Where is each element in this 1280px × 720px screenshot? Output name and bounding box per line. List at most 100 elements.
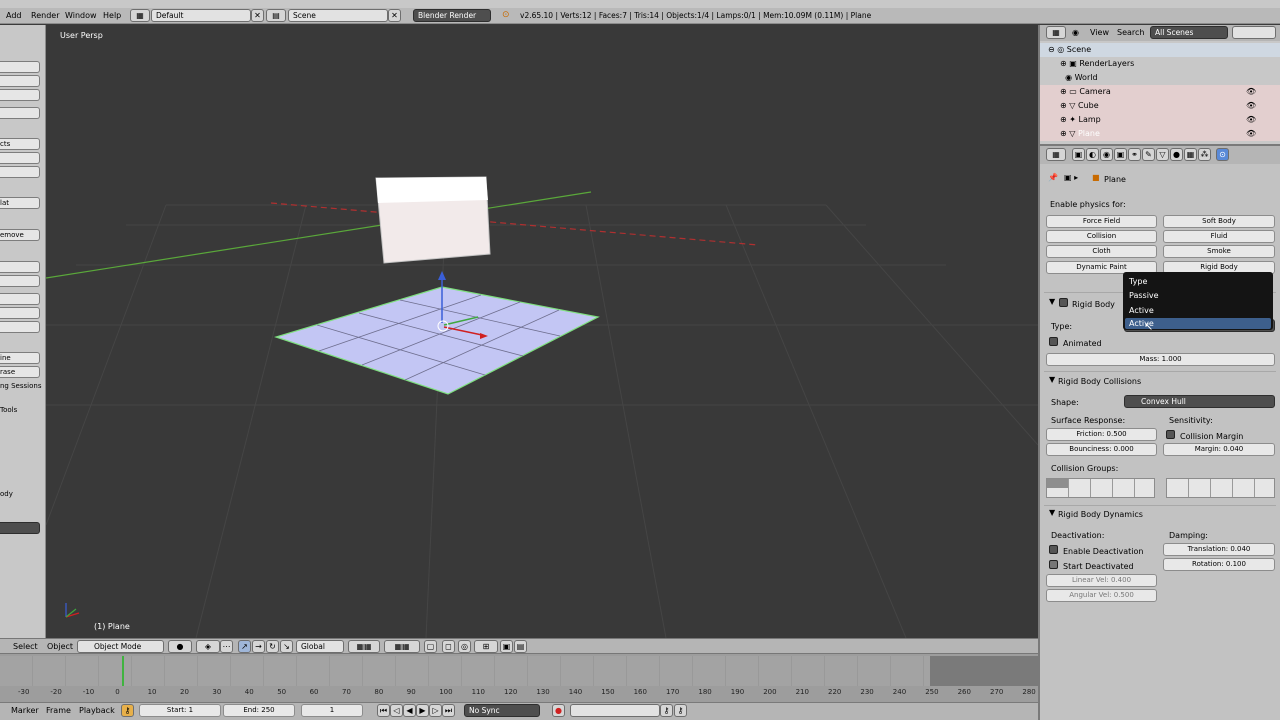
menu-frame[interactable]: Frame <box>46 706 71 715</box>
menu-select[interactable]: Select <box>13 642 38 651</box>
outliner-item-plane[interactable]: ⊕ ▽ Plane 👁 <box>1040 127 1280 141</box>
insert-key-icon[interactable]: ⚷ <box>660 704 673 717</box>
delete-key-icon[interactable]: ⚷ <box>674 704 687 717</box>
render-tab-icon[interactable]: ▣ <box>1072 148 1085 161</box>
render-engine-select[interactable]: Blender Render <box>413 9 491 22</box>
editor-type-icon[interactable]: ▦ <box>1046 26 1066 39</box>
tool-button[interactable] <box>0 261 40 273</box>
world-tab-icon[interactable]: ◉ <box>1100 148 1113 161</box>
collision-group-active[interactable] <box>1047 479 1068 488</box>
outliner-item-camera[interactable]: ⊕ ▭ Camera 👁 <box>1040 85 1280 99</box>
tool-button[interactable] <box>0 61 40 73</box>
data-tab-icon[interactable]: ▽ <box>1156 148 1169 161</box>
tool-button[interactable] <box>0 307 40 319</box>
tool-button[interactable] <box>0 89 40 101</box>
margin-field[interactable]: Margin: 0.040 <box>1163 443 1275 456</box>
collision-groups-grid[interactable] <box>1166 478 1275 498</box>
collapse-arrow-icon[interactable]: ▼ <box>1049 297 1055 306</box>
collision-button[interactable]: Collision <box>1046 230 1157 243</box>
keying-set-field[interactable] <box>570 704 660 717</box>
tool-button[interactable] <box>0 293 40 305</box>
tool-button[interactable]: lat <box>0 197 40 209</box>
viewport-3d[interactable]: User Persp (1) Plane <box>46 25 1038 638</box>
current-frame-field[interactable]: 1 <box>301 704 363 717</box>
menu-object[interactable]: Object <box>47 642 73 651</box>
linear-vel-field[interactable]: Linear Vel: 0.400 <box>1046 574 1157 587</box>
force-field-button[interactable]: Force Field <box>1046 215 1157 228</box>
smoke-button[interactable]: Smoke <box>1163 245 1275 258</box>
physics-tab-icon[interactable]: ⊙ <box>1216 148 1229 161</box>
soft-body-button[interactable]: Soft Body <box>1163 215 1275 228</box>
record-icon[interactable]: ● <box>552 704 565 717</box>
menu-help[interactable]: Help <box>103 9 121 23</box>
tool-button[interactable]: rase <box>0 366 40 378</box>
animated-checkbox[interactable] <box>1049 337 1058 346</box>
tool-button[interactable]: ine <box>0 352 40 364</box>
fluid-button[interactable]: Fluid <box>1163 230 1275 243</box>
dropdown-option-active[interactable]: Active <box>1129 306 1154 315</box>
visibility-icon[interactable]: 👁 <box>1246 99 1256 113</box>
tool-button[interactable] <box>0 75 40 87</box>
shading-icon[interactable]: ● <box>168 640 192 653</box>
display-mode-select[interactable]: All Scenes <box>1150 26 1228 39</box>
layers-icon[interactable]: ▦▦ <box>348 640 380 653</box>
snap-target-icon[interactable]: ◎ <box>458 640 471 653</box>
object-tab-icon[interactable]: ▣ <box>1114 148 1127 161</box>
menu-search[interactable]: Search <box>1117 28 1144 37</box>
render-anim-icon[interactable]: ▤ <box>514 640 527 653</box>
prev-key-icon[interactable]: ◁ <box>390 704 403 717</box>
tool-button[interactable]: emove <box>0 229 40 241</box>
bounciness-field[interactable]: Bounciness: 0.000 <box>1046 443 1157 456</box>
outliner-item-renderlayers[interactable]: ⊕ ▣ RenderLayers <box>1040 57 1280 71</box>
menu-add[interactable]: Add <box>6 9 22 23</box>
rigid-body-enable-checkbox[interactable] <box>1059 298 1068 307</box>
timeline-strip[interactable] <box>0 656 1038 686</box>
tool-button[interactable] <box>0 321 40 333</box>
play-icon[interactable]: ▶ <box>416 704 429 717</box>
lock-icon[interactable]: ▢ <box>424 640 437 653</box>
layout-field[interactable]: Default <box>151 9 251 22</box>
layout-close-icon[interactable]: ✕ <box>251 9 264 22</box>
texture-tab-icon[interactable]: ▦ <box>1184 148 1197 161</box>
menu-view[interactable]: View <box>1090 28 1109 37</box>
rotate-icon[interactable]: ↻ <box>266 640 279 653</box>
scene-tab-icon[interactable]: ◐ <box>1086 148 1099 161</box>
screen-layout-icon[interactable]: ▦ <box>130 9 150 22</box>
start-frame-field[interactable]: Start: 1 <box>139 704 221 717</box>
outliner-item-cube[interactable]: ⊕ ▽ Cube 👁 <box>1040 99 1280 113</box>
friction-field[interactable]: Friction: 0.500 <box>1046 428 1157 441</box>
keying-set-icon[interactable]: ⚷ <box>121 704 134 717</box>
menu-marker[interactable]: Marker <box>11 706 39 715</box>
render-still-icon[interactable]: ▣ <box>500 640 513 653</box>
particles-tab-icon[interactable]: ⁂ <box>1198 148 1211 161</box>
dropdown[interactable] <box>0 522 40 534</box>
editor-type-icon[interactable]: ▦ <box>1046 148 1066 161</box>
sync-select[interactable]: No Sync <box>464 704 540 717</box>
menu-window[interactable]: Window <box>65 9 97 23</box>
outliner-toggle-icon[interactable]: ◉ <box>1072 28 1079 37</box>
current-frame-marker[interactable] <box>122 656 124 686</box>
visibility-icon[interactable]: 👁 <box>1246 85 1256 99</box>
visibility-icon[interactable]: 👁 <box>1246 113 1256 127</box>
collapse-arrow-icon[interactable]: ▼ <box>1049 508 1055 517</box>
dropdown-option-passive[interactable]: Passive <box>1129 291 1159 300</box>
enable-deactivation-checkbox[interactable] <box>1049 545 1058 554</box>
play-reverse-icon[interactable]: ◀ <box>403 704 416 717</box>
mode-select[interactable]: Object Mode <box>77 640 164 653</box>
layers-icon[interactable]: ▦▦ <box>384 640 420 653</box>
rotation-field[interactable]: Rotation: 0.100 <box>1163 558 1275 571</box>
scene-icon[interactable]: ▤ <box>266 9 286 22</box>
visibility-icon[interactable]: 👁 <box>1246 127 1256 141</box>
next-key-icon[interactable]: ▷ <box>429 704 442 717</box>
outliner-search-field[interactable] <box>1232 26 1276 39</box>
mass-field[interactable]: Mass: 1.000 <box>1046 353 1275 366</box>
orientation-select[interactable]: Global <box>296 640 344 653</box>
outliner-item-lamp[interactable]: ⊕ ✦ Lamp 👁 <box>1040 113 1280 127</box>
outliner-item-scene[interactable]: ⊖ ◎ Scene <box>1040 43 1280 57</box>
collision-groups-grid[interactable] <box>1046 478 1155 498</box>
menu-render[interactable]: Render <box>31 9 59 23</box>
start-deactivated-checkbox[interactable] <box>1049 560 1058 569</box>
jump-end-icon[interactable]: ⏭ <box>442 704 455 717</box>
collision-margin-checkbox[interactable] <box>1166 430 1175 439</box>
proportional-icon[interactable]: ⋯ <box>220 640 233 653</box>
